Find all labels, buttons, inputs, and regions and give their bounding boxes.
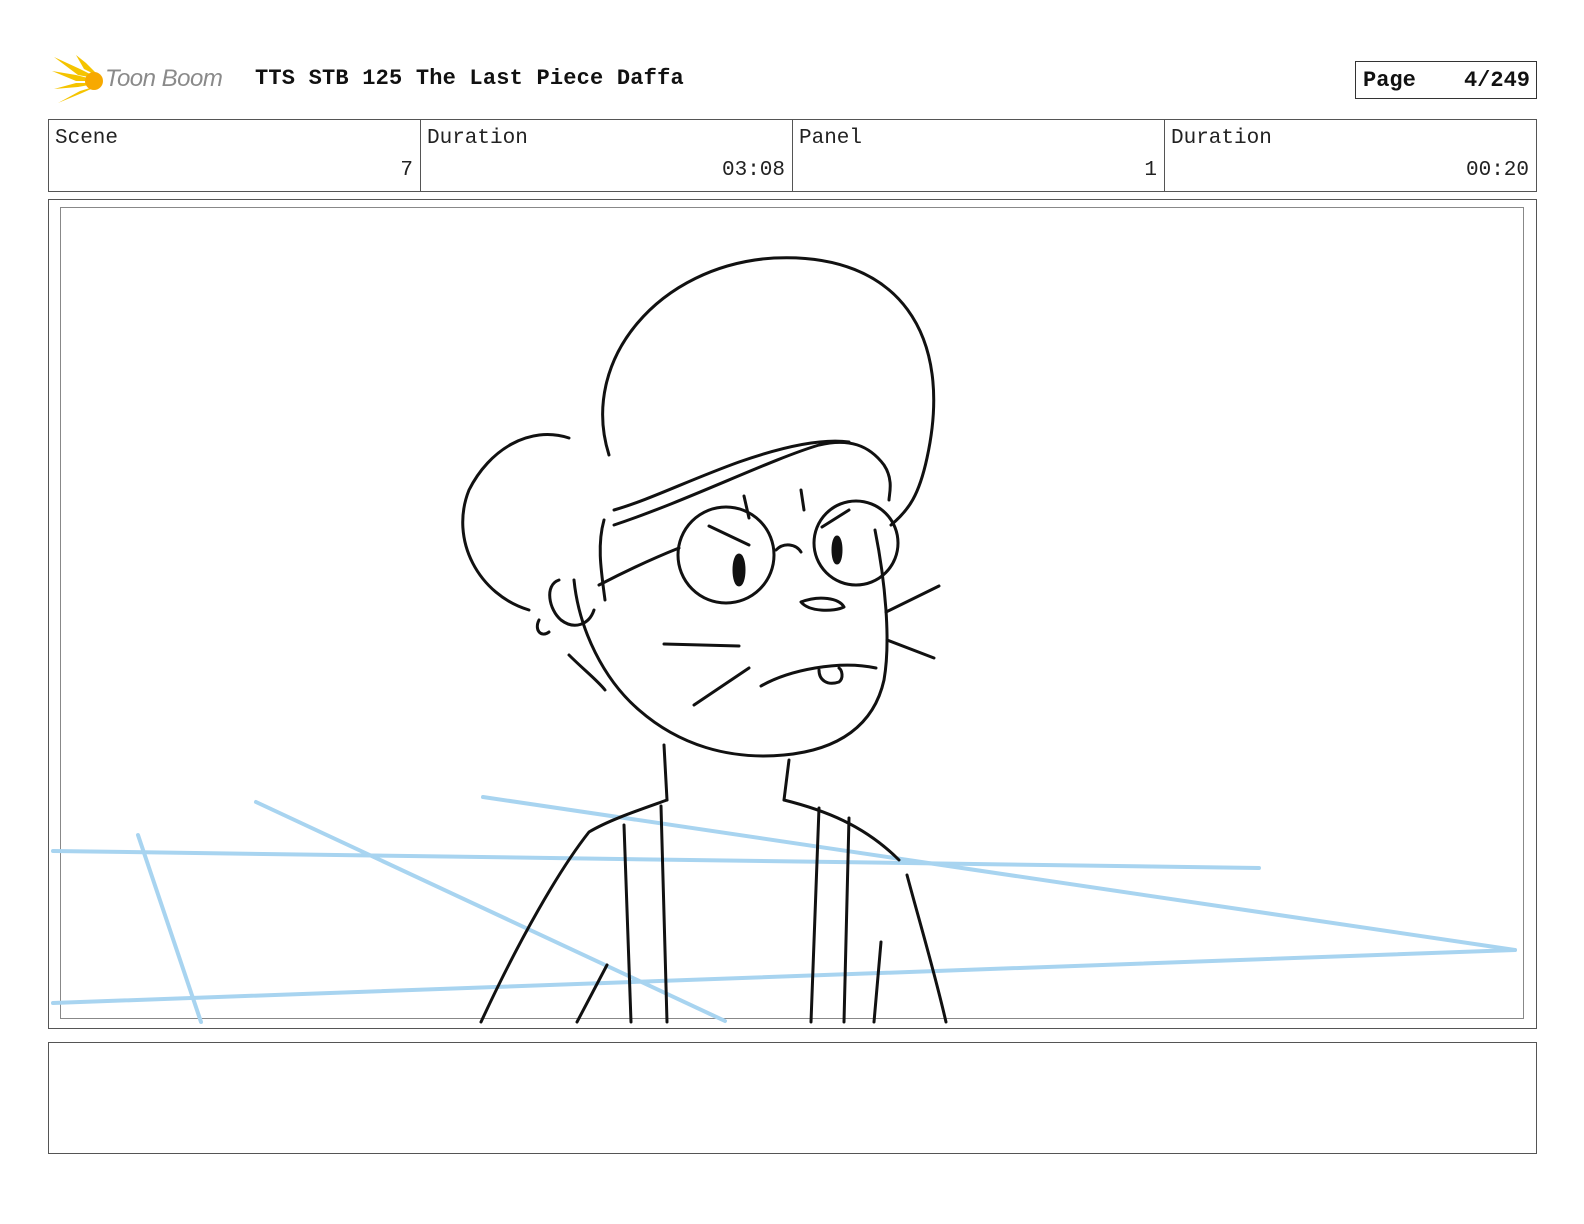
page-indicator: Page 4/249 (1355, 61, 1537, 99)
character-sketch (461, 256, 948, 1024)
panel-duration-value: 00:20 (1465, 159, 1529, 182)
scene-duration-cell: Duration 03:08 (421, 120, 793, 191)
scene-duration-value: 03:08 (721, 159, 785, 182)
panel-duration-label: Duration (1171, 127, 1272, 150)
storyboard-panel (48, 199, 1537, 1029)
starburst-icon (52, 55, 103, 103)
toon-boom-logo: Toon Boom (50, 55, 240, 107)
logo-wordmark: Toon Boom (105, 65, 223, 92)
page-number: 4/249 (1463, 68, 1530, 93)
document-title: TTS STB 125 The Last Piece Daffa (255, 66, 684, 91)
scene-label: Scene (55, 127, 119, 150)
panel-duration-cell: Duration 00:20 (1165, 120, 1536, 191)
panel-label: Panel (799, 127, 863, 150)
scene-info-table: Scene 7 Duration 03:08 Panel 1 Duration … (48, 119, 1537, 192)
panel-cell: Panel 1 (793, 120, 1165, 191)
page-label: Page (1363, 68, 1416, 93)
scene-duration-label: Duration (427, 127, 528, 150)
panel-value: 1 (1144, 159, 1157, 182)
scene-value: 7 (400, 159, 413, 182)
panel-notes-box (48, 1042, 1537, 1154)
panel-sketch (51, 256, 1517, 1024)
scene-cell: Scene 7 (49, 120, 421, 191)
perspective-guide-lines (51, 795, 1517, 1024)
